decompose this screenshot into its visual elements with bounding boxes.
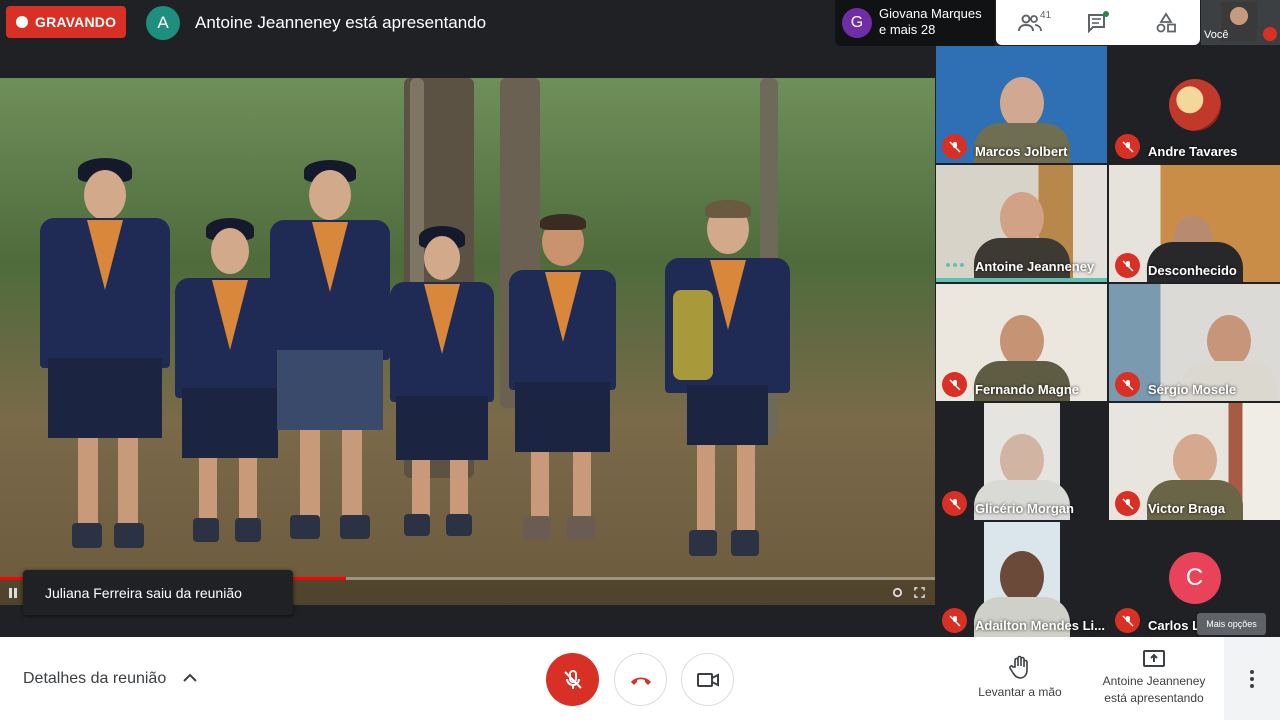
meeting-details-button[interactable]: Detalhes da reunião xyxy=(23,670,197,688)
others-name: Giovana Marques xyxy=(879,6,982,21)
present-screen-icon xyxy=(1143,650,1165,667)
participant-tile-active-speaker[interactable]: Antoine Jeanneney xyxy=(936,165,1107,282)
activities-icon xyxy=(1156,11,1176,32)
recording-badge: GRAVANDO xyxy=(6,6,126,38)
bottom-bar: Detalhes da reunião Levantar a mão Antoi… xyxy=(0,637,1280,720)
participant-name: Victor Braga xyxy=(1148,501,1226,516)
self-label: Você xyxy=(1204,29,1229,41)
participant-name: Adailton Mendes Li... xyxy=(975,618,1106,633)
participant-tile[interactable]: Andre Tavares xyxy=(1109,46,1280,163)
mic-off-icon xyxy=(1115,253,1140,278)
participant-tile[interactable]: Marcos Jolbert xyxy=(936,46,1107,163)
participant-tile[interactable]: Glicério Morgan xyxy=(936,403,1107,520)
people-count: 41 xyxy=(1040,10,1052,21)
chat-button[interactable] xyxy=(1064,0,1132,45)
self-mic-off-icon xyxy=(1263,27,1277,41)
chat-unread-dot xyxy=(1103,11,1109,17)
presenter-status: Antoine Jeanneney está apresentando xyxy=(195,13,487,32)
self-view[interactable]: Você xyxy=(1201,0,1280,45)
presenting-name: Antoine Jeanneney xyxy=(1102,674,1206,688)
mic-off-icon xyxy=(1115,372,1140,397)
more-options-tooltip: Mais opções xyxy=(1197,613,1266,635)
more-options-button[interactable] xyxy=(1224,637,1280,720)
participant-name: Sérgio Mosele xyxy=(1148,382,1237,397)
present-now-button[interactable]: Antoine Jeanneney está apresentando xyxy=(1096,650,1212,707)
people-button[interactable]: 41 xyxy=(996,0,1064,45)
speaking-indicator xyxy=(946,263,964,267)
leave-call-button[interactable] xyxy=(614,653,667,706)
participant-name: Fernando Magne xyxy=(975,382,1080,397)
people-icon xyxy=(1018,14,1042,31)
other-participants-chip[interactable]: G Giovana Marques e mais 28 xyxy=(835,0,995,46)
scout-figure xyxy=(270,160,390,550)
left-meeting-toast: Juliana Ferreira saiu da reunião xyxy=(23,570,293,615)
participant-avatar: C xyxy=(1168,552,1221,604)
presentation-video xyxy=(0,78,935,605)
scout-figure xyxy=(495,214,630,564)
mic-off-icon xyxy=(1115,608,1140,633)
participant-name: Marcos Jolbert xyxy=(975,144,1068,159)
participant-tile[interactable]: Victor Braga xyxy=(1109,403,1280,520)
top-bar: GRAVANDO A Antoine Jeanneney está aprese… xyxy=(0,0,1280,46)
fullscreen-icon[interactable] xyxy=(914,587,925,598)
others-count: e mais 28 xyxy=(879,22,936,37)
pause-icon[interactable] xyxy=(8,588,18,598)
hang-up-icon xyxy=(630,677,651,685)
mic-off-icon xyxy=(942,608,967,633)
camera-icon xyxy=(696,672,719,687)
chevron-up-icon xyxy=(182,673,197,682)
recording-label: GRAVANDO xyxy=(35,14,117,30)
participant-grid: Marcos Jolbert Andre Tavares Antoine Jea… xyxy=(936,46,1280,637)
more-vert-icon xyxy=(1250,669,1254,688)
participant-avatar xyxy=(1169,79,1221,131)
mic-off-icon xyxy=(942,491,967,516)
hand-icon xyxy=(1009,655,1028,679)
mic-off-icon xyxy=(942,372,967,397)
participant-name: Glicério Morgan xyxy=(975,501,1074,516)
camera-toggle-button[interactable] xyxy=(681,653,734,706)
raise-hand-button[interactable]: Levantar a mão xyxy=(970,655,1070,699)
mic-off-icon xyxy=(1115,491,1140,516)
participant-tile[interactable]: Fernando Magne xyxy=(936,284,1107,401)
raise-hand-label: Levantar a mão xyxy=(978,685,1062,699)
mic-toggle-button[interactable] xyxy=(546,653,599,706)
scout-figure xyxy=(175,218,285,558)
presenter-avatar: A xyxy=(146,6,180,40)
participant-tile[interactable]: Desconhecido xyxy=(1109,165,1280,282)
video-settings-icon[interactable] xyxy=(892,587,903,598)
scout-figure xyxy=(390,226,494,556)
activities-button[interactable] xyxy=(1132,0,1200,45)
mic-off-icon xyxy=(1115,134,1140,159)
presenting-status: está apresentando xyxy=(1104,691,1204,705)
scout-figure xyxy=(665,200,790,580)
mic-off-icon xyxy=(563,669,582,689)
participant-name: Antoine Jeanneney xyxy=(975,259,1095,274)
meeting-details-label: Detalhes da reunião xyxy=(23,670,167,687)
participant-name: Andre Tavares xyxy=(1148,144,1238,159)
participant-tile[interactable]: Sérgio Mosele xyxy=(1109,284,1280,401)
meeting-tools: 41 xyxy=(996,0,1200,45)
record-dot-icon xyxy=(16,16,28,28)
participant-name: Desconhecido xyxy=(1148,263,1237,278)
mic-off-icon xyxy=(942,134,967,159)
others-avatar: G xyxy=(842,8,872,38)
scout-figure xyxy=(40,158,170,558)
participant-tile[interactable]: Adailton Mendes Li... xyxy=(936,522,1107,637)
